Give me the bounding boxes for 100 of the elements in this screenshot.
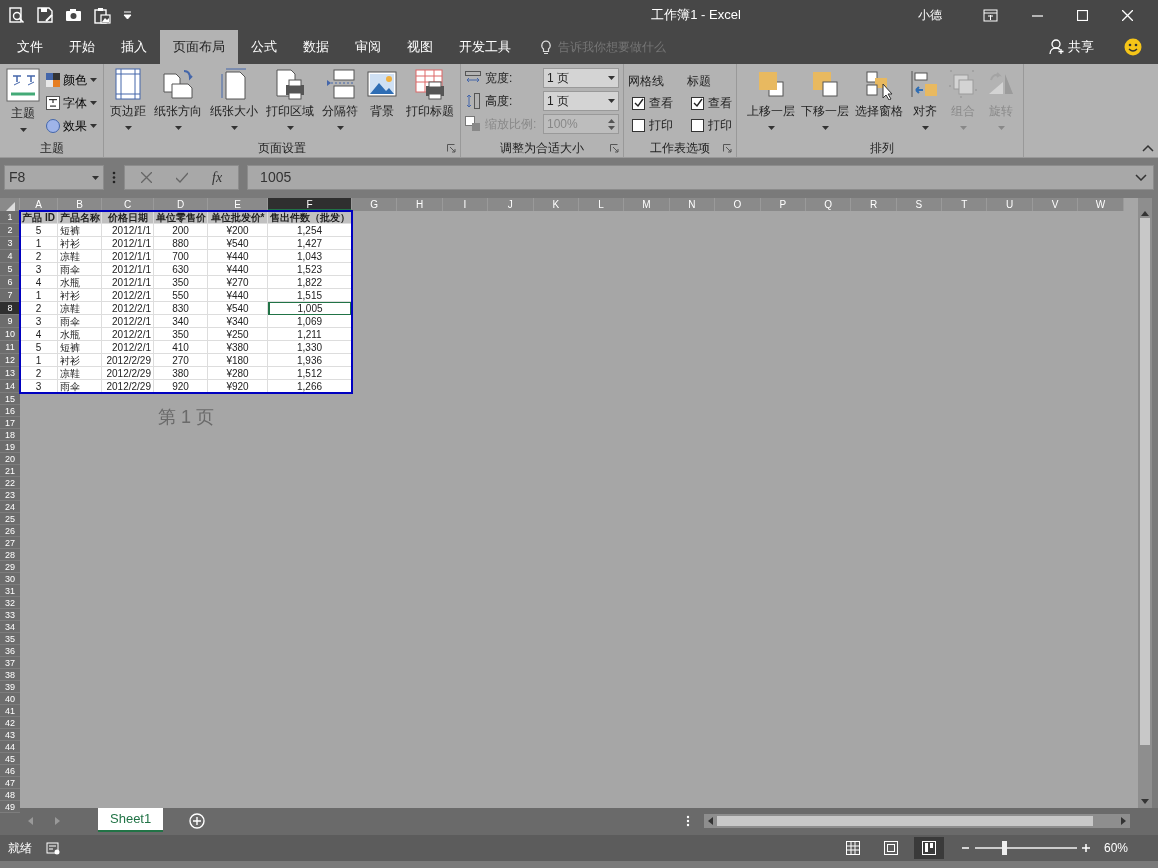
ribbon-tab[interactable]: 视图: [394, 30, 446, 64]
zoom-level[interactable]: 60%: [1103, 839, 1128, 857]
customize-menu-icon[interactable]: [123, 10, 132, 20]
column-header[interactable]: Q: [805, 198, 852, 211]
scroll-right-icon[interactable]: [1121, 817, 1126, 825]
row-header[interactable]: 13: [0, 367, 20, 380]
camera-icon[interactable]: [65, 7, 82, 23]
row-header[interactable]: 10: [0, 328, 20, 341]
more-options-icon[interactable]: [112, 171, 116, 184]
column-header[interactable]: H: [397, 198, 443, 211]
column-header[interactable]: J: [488, 198, 534, 211]
clipboard-picture-icon[interactable]: [94, 6, 111, 24]
column-header[interactable]: K: [533, 198, 579, 211]
share-button[interactable]: 共享: [1043, 30, 1100, 64]
theme-option-button[interactable]: 效果: [44, 114, 99, 137]
zoom-in-icon[interactable]: [1081, 844, 1090, 852]
column-header[interactable]: R: [851, 198, 897, 211]
row-header[interactable]: 39: [0, 681, 20, 693]
print-preview-icon[interactable]: [8, 6, 25, 24]
ribbon-display-icon[interactable]: [983, 8, 998, 22]
row-header[interactable]: 37: [0, 657, 20, 669]
column-header[interactable]: I: [442, 198, 489, 211]
column-header[interactable]: W: [1078, 198, 1124, 211]
row-header[interactable]: 30: [0, 573, 20, 585]
row-header[interactable]: 14: [0, 380, 20, 393]
zoom-slider-thumb[interactable]: [1001, 841, 1007, 855]
row-header[interactable]: 11: [0, 341, 20, 354]
row-header[interactable]: 32: [0, 597, 20, 609]
checkbox[interactable]: [632, 118, 645, 132]
row-header[interactable]: 9: [0, 315, 20, 328]
insert-function-button[interactable]: fx: [212, 167, 223, 188]
page-setup-button[interactable]: 打印区域: [264, 68, 316, 139]
scrollbar-thumb[interactable]: [1140, 218, 1150, 745]
row-header[interactable]: 31: [0, 585, 20, 597]
page-setup-button[interactable]: 打印标题: [404, 68, 456, 139]
table-cell[interactable]: 1,005: [268, 302, 352, 315]
page-setup-button[interactable]: 纸张大小: [208, 68, 260, 139]
row-header[interactable]: 20: [0, 453, 20, 465]
dialog-launcher-icon[interactable]: [447, 144, 456, 153]
ribbon-tab[interactable]: 文件: [4, 30, 56, 64]
row-header[interactable]: 19: [0, 441, 20, 453]
more-options-icon[interactable]: [686, 815, 690, 827]
checkbox[interactable]: [691, 118, 704, 132]
row-header[interactable]: 33: [0, 609, 20, 621]
page-setup-button[interactable]: 背景: [364, 68, 400, 139]
dialog-launcher-icon[interactable]: [723, 144, 732, 153]
row-header[interactable]: 49: [0, 801, 20, 813]
ribbon-tab[interactable]: 开发工具: [446, 30, 524, 64]
expand-icon[interactable]: [1135, 174, 1147, 181]
themes-button[interactable]: 主题: [4, 68, 42, 139]
view-button[interactable]: [913, 837, 944, 859]
row-header[interactable]: 2: [0, 224, 20, 237]
checkbox[interactable]: [691, 96, 704, 110]
row-header[interactable]: 24: [0, 501, 20, 513]
row-header[interactable]: 28: [0, 549, 20, 561]
row-header[interactable]: 18: [0, 429, 20, 441]
row-header[interactable]: 25: [0, 513, 20, 525]
row-header[interactable]: 6: [0, 276, 20, 289]
smiley-icon[interactable]: [1124, 38, 1142, 56]
close-icon[interactable]: [1122, 9, 1133, 21]
row-header[interactable]: 4: [0, 250, 20, 263]
row-header[interactable]: 3: [0, 237, 20, 250]
row-header[interactable]: 27: [0, 537, 20, 549]
ribbon-tab[interactable]: 公式: [238, 30, 290, 64]
column-header[interactable]: T: [942, 198, 988, 211]
row-header[interactable]: 44: [0, 741, 20, 753]
row-header[interactable]: 29: [0, 561, 20, 573]
row-header[interactable]: 15: [0, 393, 20, 405]
ribbon-tab[interactable]: 插入: [108, 30, 160, 64]
row-header[interactable]: 35: [0, 633, 20, 645]
macro-record-icon[interactable]: [46, 841, 60, 855]
scroll-left-icon[interactable]: [708, 817, 713, 825]
page-setup-button[interactable]: 纸张方向: [152, 68, 204, 139]
column-header[interactable]: M: [624, 198, 670, 211]
column-header[interactable]: P: [760, 198, 806, 211]
scrollbar-thumb[interactable]: [717, 816, 1093, 826]
column-header[interactable]: V: [1032, 198, 1079, 211]
column-header[interactable]: U: [987, 198, 1033, 211]
row-header[interactable]: 42: [0, 717, 20, 729]
ribbon-tab[interactable]: 数据: [290, 30, 342, 64]
check-icon[interactable]: [176, 172, 188, 183]
row-header[interactable]: 8: [0, 302, 20, 315]
arrange-button[interactable]: 下移一层: [799, 68, 851, 139]
row-header[interactable]: 23: [0, 489, 20, 501]
checkbox[interactable]: [632, 96, 645, 110]
column-header[interactable]: N: [669, 198, 716, 211]
column-header[interactable]: L: [578, 198, 625, 211]
column-header[interactable]: G: [352, 198, 398, 211]
arrange-button[interactable]: 对齐: [907, 68, 943, 139]
column-header[interactable]: O: [715, 198, 761, 211]
collapse-ribbon-icon[interactable]: [1142, 144, 1154, 153]
horizontal-scrollbar[interactable]: [704, 814, 1130, 828]
row-header[interactable]: 34: [0, 621, 20, 633]
row-header[interactable]: 45: [0, 753, 20, 765]
add-sheet-icon[interactable]: [189, 813, 206, 829]
row-header[interactable]: 12: [0, 354, 20, 367]
row-header[interactable]: 38: [0, 669, 20, 681]
arrange-button[interactable]: 上移一层: [745, 68, 797, 139]
dropdown-field[interactable]: 1 页: [543, 68, 619, 88]
row-header[interactable]: 46: [0, 765, 20, 777]
